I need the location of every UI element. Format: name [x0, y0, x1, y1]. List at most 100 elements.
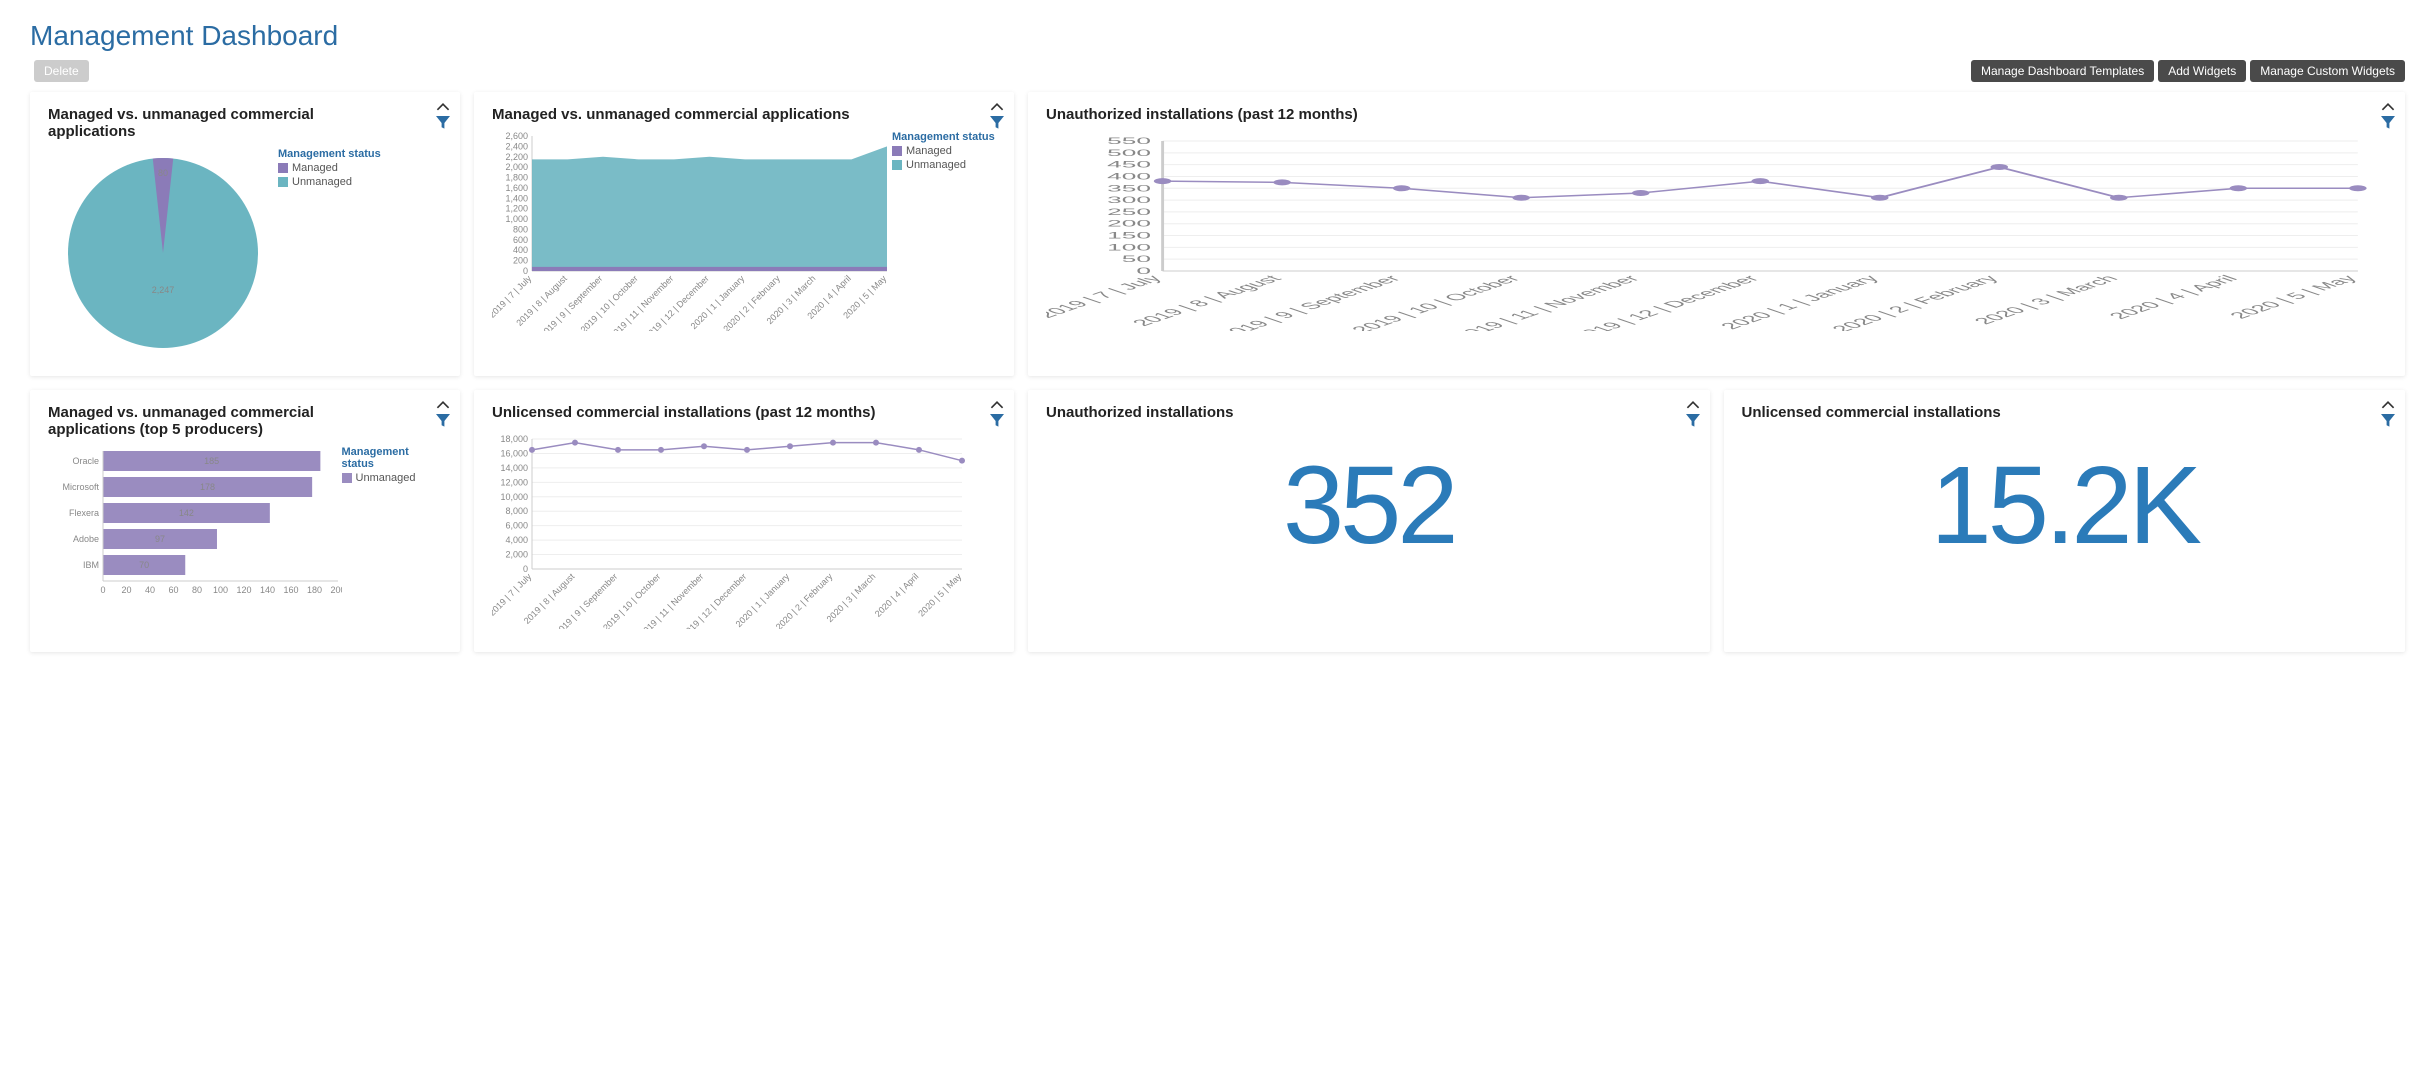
svg-text:500: 500	[1107, 148, 1151, 158]
svg-text:800: 800	[513, 224, 528, 234]
filter-icon[interactable]	[2381, 414, 2395, 428]
svg-text:160: 160	[283, 585, 298, 595]
legend-title: Management status	[892, 131, 995, 143]
svg-text:150: 150	[1107, 231, 1151, 241]
svg-text:100: 100	[1107, 243, 1151, 253]
filter-icon[interactable]	[436, 414, 450, 428]
svg-text:142: 142	[179, 508, 194, 518]
svg-text:180: 180	[307, 585, 322, 595]
legend-item-unmanaged[interactable]: Unmanaged	[278, 176, 381, 188]
line-chart: 0501001502002503003504004505005502019 | …	[1046, 131, 2387, 331]
svg-text:4,000: 4,000	[505, 535, 528, 545]
widget-title: Unlicensed commercial installations	[1742, 404, 2388, 421]
expand-icon[interactable]	[436, 100, 450, 114]
svg-text:400: 400	[513, 245, 528, 255]
svg-text:600: 600	[513, 235, 528, 245]
svg-text:2020 | 4 | April: 2020 | 4 | April	[2104, 273, 2243, 321]
svg-text:8,000: 8,000	[505, 506, 528, 516]
svg-text:40: 40	[145, 585, 155, 595]
svg-text:16,000: 16,000	[500, 448, 528, 458]
svg-text:2,000: 2,000	[505, 550, 528, 560]
svg-text:2,600: 2,600	[505, 131, 528, 141]
filter-icon[interactable]	[2381, 116, 2395, 130]
widget-title: Managed vs. unmanaged commercial applica…	[48, 106, 442, 140]
widget-line-unauthorized: Unauthorized installations (past 12 mont…	[1028, 92, 2405, 376]
svg-text:550: 550	[1107, 136, 1151, 146]
svg-text:200: 200	[330, 585, 341, 595]
filter-icon[interactable]	[990, 414, 1004, 428]
svg-text:Oracle: Oracle	[72, 456, 99, 466]
filter-icon[interactable]	[436, 116, 450, 130]
widget-bar-top5: Managed vs. unmanaged commercial applica…	[30, 390, 460, 652]
svg-text:2019 | 7 | July: 2019 | 7 | July	[492, 571, 534, 618]
bar-chart: Oracle185Microsoft178Flexera142Adobe97IB…	[48, 446, 342, 616]
kpi-value: 15.2K	[1742, 451, 2388, 561]
svg-text:70: 70	[139, 560, 149, 570]
svg-text:100: 100	[213, 585, 228, 595]
legend-title: Management status	[342, 446, 442, 470]
legend: Management status Unmanaged	[342, 446, 442, 486]
svg-text:1,400: 1,400	[505, 193, 528, 203]
svg-text:450: 450	[1107, 160, 1151, 170]
svg-text:178: 178	[200, 482, 215, 492]
expand-icon[interactable]	[2381, 100, 2395, 114]
svg-text:140: 140	[260, 585, 275, 595]
manage-custom-widgets-button[interactable]: Manage Custom Widgets	[2250, 60, 2405, 82]
toolbar: Delete Manage Dashboard Templates Add Wi…	[30, 60, 2405, 82]
svg-text:200: 200	[513, 256, 528, 266]
svg-text:1,200: 1,200	[505, 204, 528, 214]
legend-item-managed[interactable]: Managed	[278, 162, 381, 174]
legend-label: Managed	[906, 145, 952, 157]
legend-item-managed[interactable]: Managed	[892, 145, 995, 157]
legend-label: Managed	[292, 162, 338, 174]
svg-text:120: 120	[236, 585, 251, 595]
svg-text:2,000: 2,000	[505, 162, 528, 172]
legend: Management status Managed Unmanaged	[278, 148, 381, 190]
widget-title: Managed vs. unmanaged commercial applica…	[492, 106, 996, 123]
widget-kpi-unlicensed: Unlicensed commercial installations 15.2…	[1724, 390, 2406, 652]
svg-text:12,000: 12,000	[500, 477, 528, 487]
expand-icon[interactable]	[1686, 398, 1700, 412]
svg-text:185: 185	[204, 456, 219, 466]
expand-icon[interactable]	[990, 398, 1004, 412]
svg-text:200: 200	[1107, 219, 1151, 229]
svg-text:50: 50	[1122, 254, 1151, 264]
svg-text:20: 20	[121, 585, 131, 595]
manage-templates-button[interactable]: Manage Dashboard Templates	[1971, 60, 2154, 82]
delete-button[interactable]: Delete	[34, 60, 89, 82]
svg-text:Microsoft: Microsoft	[62, 482, 99, 492]
expand-icon[interactable]	[436, 398, 450, 412]
legend: Management status Managed Unmanaged	[892, 131, 995, 173]
legend-item-unmanaged[interactable]: Unmanaged	[342, 472, 442, 484]
widget-line-unlicensed: Unlicensed commercial installations (pas…	[474, 390, 1014, 652]
filter-icon[interactable]	[1686, 414, 1700, 428]
area-chart: 02004006008001,0001,2001,4001,6001,8002,…	[492, 131, 892, 331]
svg-text:60: 60	[168, 585, 178, 595]
widget-title: Unlicensed commercial installations (pas…	[492, 404, 996, 421]
svg-text:250: 250	[1107, 207, 1151, 217]
legend-label: Unmanaged	[906, 159, 966, 171]
widget-title: Unauthorized installations (past 12 mont…	[1046, 106, 2387, 123]
svg-text:1,800: 1,800	[505, 173, 528, 183]
svg-text:2020 | 5 | May: 2020 | 5 | May	[2225, 273, 2363, 320]
svg-text:2020 | 5 | May: 2020 | 5 | May	[916, 571, 964, 619]
svg-text:2,200: 2,200	[505, 152, 528, 162]
svg-text:10,000: 10,000	[500, 492, 528, 502]
expand-icon[interactable]	[990, 100, 1004, 114]
svg-text:IBM: IBM	[83, 560, 99, 570]
svg-text:97: 97	[155, 534, 165, 544]
widget-title: Managed vs. unmanaged commercial applica…	[48, 404, 442, 438]
legend-item-unmanaged[interactable]: Unmanaged	[892, 159, 995, 171]
svg-text:0: 0	[100, 585, 105, 595]
svg-text:350: 350	[1107, 183, 1151, 193]
add-widgets-button[interactable]: Add Widgets	[2158, 60, 2246, 82]
filter-icon[interactable]	[990, 116, 1004, 130]
svg-text:1,600: 1,600	[505, 183, 528, 193]
svg-text:6,000: 6,000	[505, 521, 528, 531]
svg-text:80: 80	[192, 585, 202, 595]
legend-title: Management status	[278, 148, 381, 160]
svg-text:400: 400	[1107, 172, 1151, 182]
kpi-value: 352	[1046, 451, 1692, 561]
expand-icon[interactable]	[2381, 398, 2395, 412]
page-title: Management Dashboard	[30, 20, 2405, 52]
